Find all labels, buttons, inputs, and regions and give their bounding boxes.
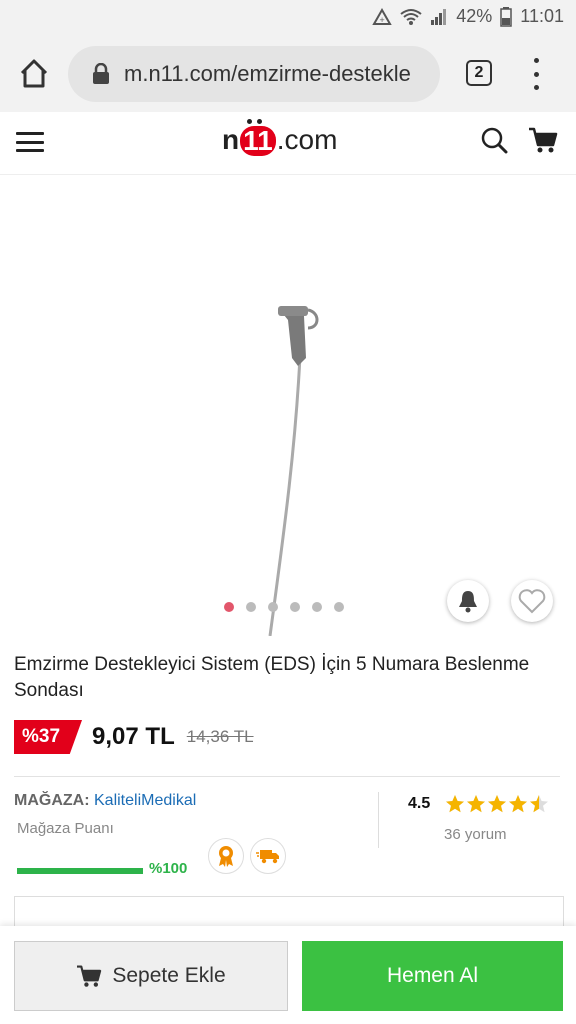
store-info: MAĞAZA: KaliteliMedikal Mağaza Puanı %10…: [14, 792, 560, 892]
gallery-pagination[interactable]: [224, 602, 344, 612]
old-price: 14,36 TL: [186, 727, 254, 746]
store-score-value: %100: [149, 860, 188, 877]
n11-logo[interactable]: n 11 .com: [222, 119, 337, 156]
browser-menu-button[interactable]: [526, 58, 546, 90]
price-alert-button[interactable]: [447, 580, 489, 622]
star-icon: [467, 795, 485, 813]
add-to-cart-button[interactable]: Sepete Ekle: [14, 941, 288, 1011]
award-badge-icon[interactable]: [208, 838, 244, 874]
clock: 11:01: [520, 6, 564, 26]
star-icon: [530, 795, 548, 813]
product-title: Emzirme Destekleyici Sistem (EDS) İçin 5…: [14, 654, 530, 701]
wifi-icon: [400, 8, 422, 25]
gallery-dot[interactable]: [334, 602, 344, 612]
lock-icon: [93, 63, 109, 84]
star-icon: [488, 795, 506, 813]
gallery-dot[interactable]: [224, 602, 234, 612]
rating-value: 4.5: [408, 795, 431, 812]
gallery-dot[interactable]: [290, 602, 300, 612]
fast-delivery-icon[interactable]: [250, 838, 286, 874]
heart-icon: [518, 589, 546, 614]
rating-stars: [445, 794, 549, 814]
home-icon: [20, 59, 48, 88]
svg-text:+: +: [379, 16, 385, 24]
gallery-dot[interactable]: [246, 602, 256, 612]
buy-now-label: Hemen Al: [386, 964, 479, 987]
home-button[interactable]: [16, 56, 52, 92]
current-price: 9,07 TL: [92, 723, 175, 750]
bell-icon: [459, 591, 477, 613]
site-header: n 11 .com: [0, 112, 576, 175]
store-score-label: Mağaza Puanı: [17, 820, 114, 837]
address-bar[interactable]: m.n11.com/emzirme-destekle: [68, 46, 440, 102]
store-label: MAĞAZA:: [14, 792, 90, 809]
buy-now-button[interactable]: Hemen Al: [302, 941, 563, 1011]
star-icon: [509, 795, 527, 813]
discount-badge: %37: [14, 720, 83, 754]
store-name-link[interactable]: KaliteliMedikal: [94, 792, 196, 809]
status-bar: + 42% 11:01: [0, 0, 576, 36]
gallery-dot[interactable]: [268, 602, 278, 612]
divider: [14, 776, 560, 777]
data-saver-icon: +: [372, 7, 392, 25]
search-icon[interactable]: [480, 126, 508, 154]
browser-toolbar: m.n11.com/emzirme-destekle 2: [0, 36, 576, 113]
url-text: m.n11.com/emzirme-destekle: [124, 61, 411, 86]
product-image: [268, 306, 319, 636]
store-score-bar: [17, 868, 143, 874]
cart-icon: [77, 965, 102, 987]
battery-percent: 42%: [456, 6, 493, 26]
star-icon: [446, 795, 464, 813]
cart-icon[interactable]: [528, 126, 558, 154]
signal-icon: [431, 8, 447, 25]
product-gallery[interactable]: [0, 176, 576, 636]
favorite-button[interactable]: [511, 580, 553, 622]
battery-icon: [500, 6, 513, 27]
price-row: %37 9,07 TL 14,36 TL: [14, 718, 254, 756]
tab-switcher-button[interactable]: 2: [466, 60, 492, 86]
action-bar: Sepete Ekle Hemen Al: [0, 926, 576, 1024]
gallery-dot[interactable]: [312, 602, 322, 612]
divider: [378, 792, 379, 848]
menu-icon[interactable]: [16, 132, 44, 152]
review-count-link[interactable]: 36 yorum: [444, 826, 507, 843]
add-to-cart-label: Sepete Ekle: [112, 964, 226, 987]
